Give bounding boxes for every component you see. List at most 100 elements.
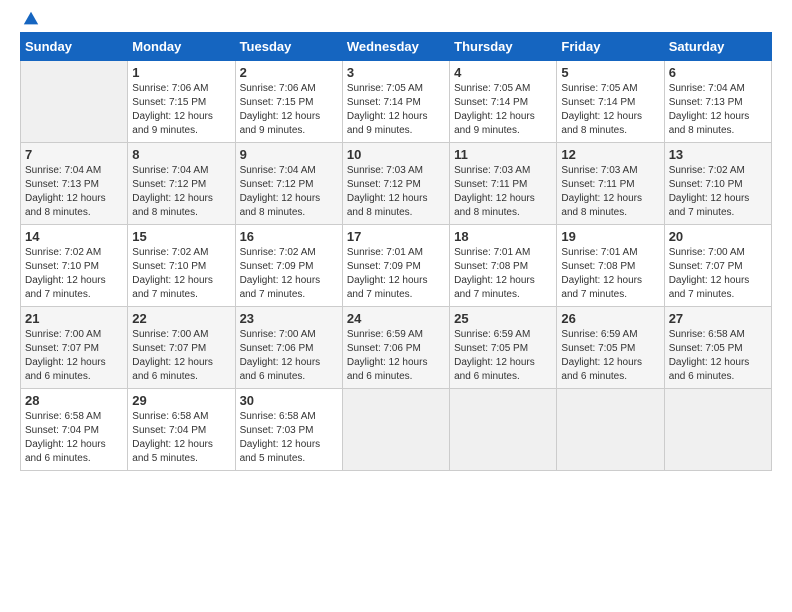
day-info: Sunrise: 6:59 AMSunset: 7:05 PMDaylight:… bbox=[454, 328, 552, 384]
day-number: 6 bbox=[669, 65, 767, 80]
calendar-cell bbox=[342, 389, 449, 471]
calendar-cell bbox=[450, 389, 557, 471]
logo bbox=[20, 20, 40, 22]
calendar-cell: 5 Sunrise: 7:05 AMSunset: 7:14 PMDaylight… bbox=[557, 61, 664, 143]
calendar-cell: 18 Sunrise: 7:01 AMSunset: 7:08 PMDayligh… bbox=[450, 225, 557, 307]
day-header-tuesday: Tuesday bbox=[235, 33, 342, 61]
calendar-cell: 16 Sunrise: 7:02 AMSunset: 7:09 PMDayligh… bbox=[235, 225, 342, 307]
day-info: Sunrise: 7:06 AMSunset: 7:15 PMDaylight:… bbox=[132, 82, 230, 138]
calendar-cell: 24 Sunrise: 6:59 AMSunset: 7:06 PMDayligh… bbox=[342, 307, 449, 389]
day-number: 10 bbox=[347, 147, 445, 162]
calendar-cell: 17Sunrise: 7:01 AMSunset: 7:09 PMDayligh… bbox=[342, 225, 449, 307]
day-number: 7 bbox=[25, 147, 123, 162]
day-info: Sunrise: 6:59 AMSunset: 7:06 PMDaylight:… bbox=[347, 328, 445, 384]
day-info: Sunrise: 7:03 AMSunset: 7:12 PMDaylight:… bbox=[347, 164, 445, 220]
day-number: 30 bbox=[240, 393, 338, 408]
calendar-cell: 12 Sunrise: 7:03 AMSunset: 7:11 PMDayligh… bbox=[557, 143, 664, 225]
calendar-cell: 6 Sunrise: 7:04 AMSunset: 7:13 PMDaylight… bbox=[664, 61, 771, 143]
day-number: 23 bbox=[240, 311, 338, 326]
day-number: 18 bbox=[454, 229, 552, 244]
day-info: Sunrise: 7:02 AMSunset: 7:10 PMDaylight:… bbox=[132, 246, 230, 302]
calendar-cell: 4 Sunrise: 7:05 AMSunset: 7:14 PMDaylight… bbox=[450, 61, 557, 143]
calendar-cell: 11Sunrise: 7:03 AMSunset: 7:11 PMDayligh… bbox=[450, 143, 557, 225]
day-number: 8 bbox=[132, 147, 230, 162]
day-number: 21 bbox=[25, 311, 123, 326]
day-number: 5 bbox=[561, 65, 659, 80]
calendar-cell: 10 Sunrise: 7:03 AMSunset: 7:12 PMDayligh… bbox=[342, 143, 449, 225]
day-info: Sunrise: 6:58 AMSunset: 7:04 PMDaylight:… bbox=[25, 410, 123, 466]
day-number: 26 bbox=[561, 311, 659, 326]
day-number: 9 bbox=[240, 147, 338, 162]
day-number: 16 bbox=[240, 229, 338, 244]
day-info: Sunrise: 7:02 AMSunset: 7:10 PMDaylight:… bbox=[25, 246, 123, 302]
day-number: 25 bbox=[454, 311, 552, 326]
calendar-cell: 14 Sunrise: 7:02 AMSunset: 7:10 PMDayligh… bbox=[21, 225, 128, 307]
day-number: 3 bbox=[347, 65, 445, 80]
calendar-cell: 1 Sunrise: 7:06 AMSunset: 7:15 PMDaylight… bbox=[128, 61, 235, 143]
day-number: 20 bbox=[669, 229, 767, 244]
day-info: Sunrise: 7:01 AMSunset: 7:09 PMDaylight:… bbox=[347, 246, 445, 302]
header bbox=[20, 20, 772, 22]
calendar-cell: 26 Sunrise: 6:59 AMSunset: 7:05 PMDayligh… bbox=[557, 307, 664, 389]
calendar-cell: 27 Sunrise: 6:58 AMSunset: 7:05 PMDayligh… bbox=[664, 307, 771, 389]
day-number: 28 bbox=[25, 393, 123, 408]
calendar-cell: 2 Sunrise: 7:06 AMSunset: 7:15 PMDaylight… bbox=[235, 61, 342, 143]
day-number: 27 bbox=[669, 311, 767, 326]
calendar-cell bbox=[557, 389, 664, 471]
calendar-cell: 8 Sunrise: 7:04 AMSunset: 7:12 PMDaylight… bbox=[128, 143, 235, 225]
calendar-cell: 25 Sunrise: 6:59 AMSunset: 7:05 PMDayligh… bbox=[450, 307, 557, 389]
day-info: Sunrise: 7:05 AMSunset: 7:14 PMDaylight:… bbox=[561, 82, 659, 138]
day-info: Sunrise: 7:00 AMSunset: 7:06 PMDaylight:… bbox=[240, 328, 338, 384]
calendar-cell: 9Sunrise: 7:04 AMSunset: 7:12 PMDaylight… bbox=[235, 143, 342, 225]
day-number: 2 bbox=[240, 65, 338, 80]
day-number: 14 bbox=[25, 229, 123, 244]
day-header-monday: Monday bbox=[128, 33, 235, 61]
day-number: 22 bbox=[132, 311, 230, 326]
calendar-cell: 3Sunrise: 7:05 AMSunset: 7:14 PMDaylight… bbox=[342, 61, 449, 143]
calendar-cell: 15Sunrise: 7:02 AMSunset: 7:10 PMDayligh… bbox=[128, 225, 235, 307]
day-info: Sunrise: 7:02 AMSunset: 7:09 PMDaylight:… bbox=[240, 246, 338, 302]
day-header-sunday: Sunday bbox=[21, 33, 128, 61]
day-number: 4 bbox=[454, 65, 552, 80]
day-info: Sunrise: 7:04 AMSunset: 7:12 PMDaylight:… bbox=[132, 164, 230, 220]
calendar-cell: 28 Sunrise: 6:58 AMSunset: 7:04 PMDayligh… bbox=[21, 389, 128, 471]
calendar-cell bbox=[21, 61, 128, 143]
calendar-cell: 20Sunrise: 7:00 AMSunset: 7:07 PMDayligh… bbox=[664, 225, 771, 307]
day-info: Sunrise: 7:05 AMSunset: 7:14 PMDaylight:… bbox=[454, 82, 552, 138]
day-info: Sunrise: 7:01 AMSunset: 7:08 PMDaylight:… bbox=[561, 246, 659, 302]
day-header-saturday: Saturday bbox=[664, 33, 771, 61]
day-number: 13 bbox=[669, 147, 767, 162]
calendar-cell: 30 Sunrise: 6:58 AMSunset: 7:03 PMDayligh… bbox=[235, 389, 342, 471]
day-info: Sunrise: 7:01 AMSunset: 7:08 PMDaylight:… bbox=[454, 246, 552, 302]
day-header-friday: Friday bbox=[557, 33, 664, 61]
day-info: Sunrise: 7:02 AMSunset: 7:10 PMDaylight:… bbox=[669, 164, 767, 220]
calendar-cell: 7 Sunrise: 7:04 AMSunset: 7:13 PMDaylight… bbox=[21, 143, 128, 225]
calendar-cell: 23 Sunrise: 7:00 AMSunset: 7:06 PMDayligh… bbox=[235, 307, 342, 389]
day-info: Sunrise: 6:58 AMSunset: 7:04 PMDaylight:… bbox=[132, 410, 230, 466]
day-info: Sunrise: 7:00 AMSunset: 7:07 PMDaylight:… bbox=[25, 328, 123, 384]
day-number: 19 bbox=[561, 229, 659, 244]
calendar-cell: 13 Sunrise: 7:02 AMSunset: 7:10 PMDayligh… bbox=[664, 143, 771, 225]
day-info: Sunrise: 7:04 AMSunset: 7:13 PMDaylight:… bbox=[669, 82, 767, 138]
day-number: 12 bbox=[561, 147, 659, 162]
day-info: Sunrise: 7:06 AMSunset: 7:15 PMDaylight:… bbox=[240, 82, 338, 138]
day-number: 24 bbox=[347, 311, 445, 326]
calendar-cell: 22 Sunrise: 7:00 AMSunset: 7:07 PMDayligh… bbox=[128, 307, 235, 389]
day-info: Sunrise: 6:58 AMSunset: 7:05 PMDaylight:… bbox=[669, 328, 767, 384]
day-info: Sunrise: 6:59 AMSunset: 7:05 PMDaylight:… bbox=[561, 328, 659, 384]
day-info: Sunrise: 7:03 AMSunset: 7:11 PMDaylight:… bbox=[561, 164, 659, 220]
day-number: 29 bbox=[132, 393, 230, 408]
day-info: Sunrise: 7:03 AMSunset: 7:11 PMDaylight:… bbox=[454, 164, 552, 220]
day-header-wednesday: Wednesday bbox=[342, 33, 449, 61]
day-info: Sunrise: 7:00 AMSunset: 7:07 PMDaylight:… bbox=[132, 328, 230, 384]
day-number: 1 bbox=[132, 65, 230, 80]
calendar-cell: 29 Sunrise: 6:58 AMSunset: 7:04 PMDayligh… bbox=[128, 389, 235, 471]
calendar-cell: 21 Sunrise: 7:00 AMSunset: 7:07 PMDayligh… bbox=[21, 307, 128, 389]
calendar-table: SundayMondayTuesdayWednesdayThursdayFrid… bbox=[20, 32, 772, 471]
logo-icon bbox=[22, 10, 40, 28]
day-info: Sunrise: 6:58 AMSunset: 7:03 PMDaylight:… bbox=[240, 410, 338, 466]
day-info: Sunrise: 7:04 AMSunset: 7:13 PMDaylight:… bbox=[25, 164, 123, 220]
calendar-cell: 19 Sunrise: 7:01 AMSunset: 7:08 PMDayligh… bbox=[557, 225, 664, 307]
day-header-thursday: Thursday bbox=[450, 33, 557, 61]
calendar-cell bbox=[664, 389, 771, 471]
